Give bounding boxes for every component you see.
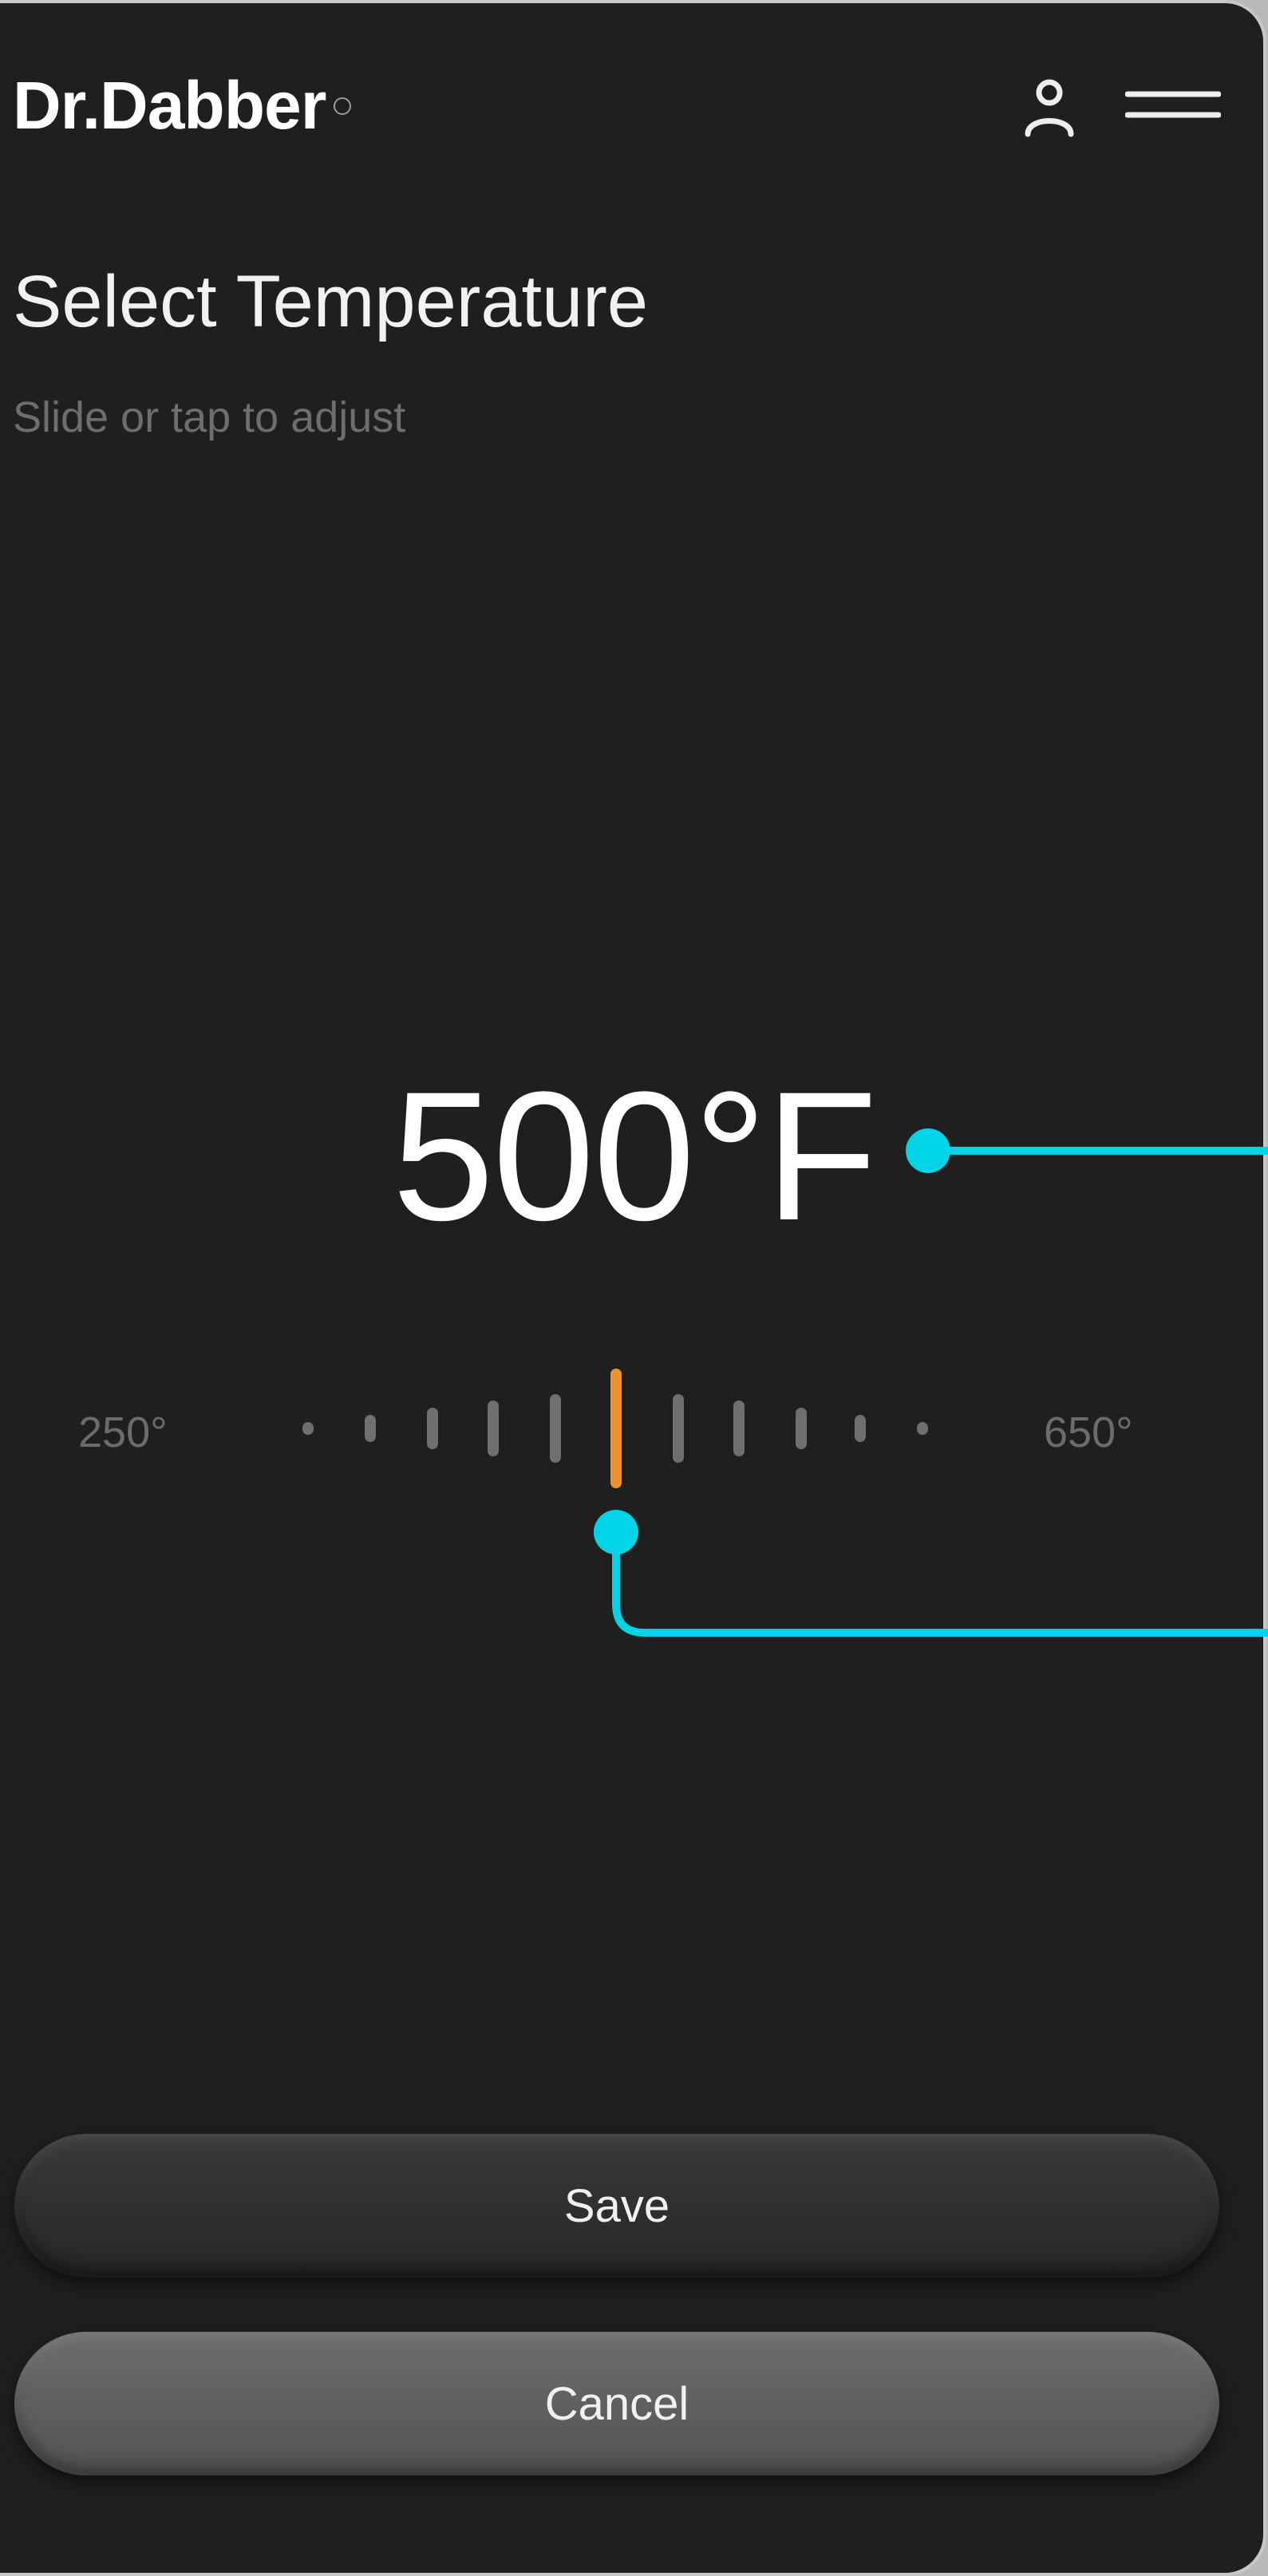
slider-tick[interactable] — [365, 1415, 376, 1442]
slider-tick[interactable] — [796, 1408, 807, 1449]
slider-tick[interactable] — [302, 1422, 314, 1435]
save-button-label: Save — [563, 2179, 670, 2232]
slider-tick[interactable] — [673, 1394, 684, 1463]
temperature-slider[interactable] — [0, 1360, 1263, 1519]
slider-tick[interactable] — [427, 1408, 438, 1449]
registered-mark-icon — [334, 97, 352, 115]
cancel-button-label: Cancel — [544, 2377, 689, 2430]
hamburger-menu-icon[interactable] — [1125, 89, 1221, 121]
page-title: Select Temperature — [13, 261, 649, 342]
page-subtitle: Slide or tap to adjust — [13, 393, 406, 441]
slider-active-tick[interactable] — [610, 1369, 622, 1488]
slider-tick[interactable] — [855, 1415, 866, 1442]
slider-tick[interactable] — [488, 1401, 499, 1456]
slider-tick[interactable] — [550, 1394, 561, 1463]
slider-tick[interactable] — [733, 1401, 745, 1456]
temperature-readout: 500°F — [392, 1053, 877, 1258]
save-button[interactable]: Save — [14, 2134, 1219, 2278]
user-icon[interactable] — [1021, 75, 1077, 139]
slider-tick[interactable] — [917, 1422, 928, 1435]
app-screen: Dr.Dabber Select Temperature Slide or ta… — [0, 0, 1266, 2576]
brand-logo-text: Dr.Dabber — [13, 68, 326, 143]
brand-logo[interactable]: Dr.Dabber — [13, 67, 352, 144]
cancel-button[interactable]: Cancel — [14, 2332, 1219, 2475]
